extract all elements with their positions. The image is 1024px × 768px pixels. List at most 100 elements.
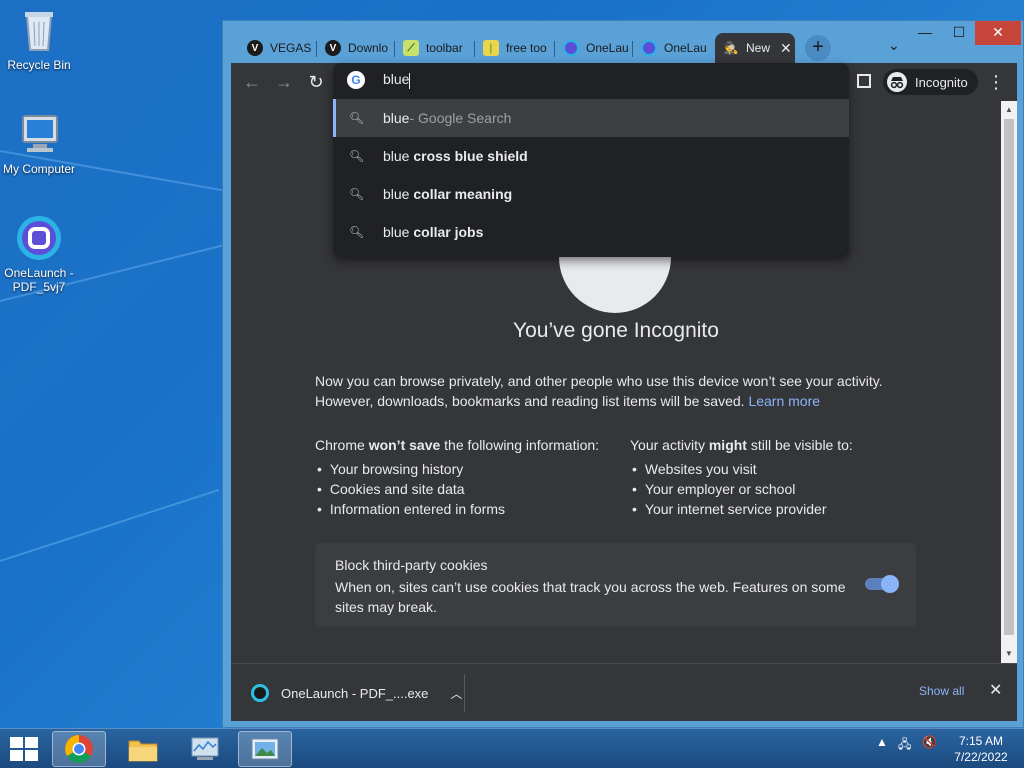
suggestion-completion: cross blue shield xyxy=(413,148,528,164)
close-window-button[interactable]: ✕ xyxy=(975,21,1021,45)
tab-strip: V VEGAS V Downlo ⟋ toolbar ❘ free too On… xyxy=(223,21,1023,63)
list-item: Information entered in forms xyxy=(315,499,599,519)
intro-line: However, downloads, bookmarks and readin… xyxy=(315,393,745,409)
column-heading: Chrome won’t save the following informat… xyxy=(315,437,600,453)
taskbar-chrome[interactable] xyxy=(52,731,106,767)
tab-label: free too xyxy=(506,41,547,55)
download-filename: OneLaunch - PDF_....exe xyxy=(281,685,429,701)
desktop-icon-label: Recycle Bin xyxy=(7,58,71,72)
browser-window: V VEGAS V Downlo ⟋ toolbar ❘ free too On… xyxy=(222,20,1024,728)
tab-label: OneLau xyxy=(664,41,707,55)
desktop-icon-onelaunch[interactable]: OneLaunch - PDF_5vj7 xyxy=(0,214,78,294)
scrollbar-thumb[interactable] xyxy=(1004,119,1014,635)
recycle-bin-icon xyxy=(15,6,63,54)
clock-date: 7/22/2022 xyxy=(954,750,1008,764)
new-tab-button[interactable]: + xyxy=(805,35,831,61)
show-all-button[interactable]: Show all xyxy=(919,684,964,698)
taskbar-image-viewer[interactable] xyxy=(238,731,292,767)
monitor-chart-icon xyxy=(191,737,219,760)
cookies-toggle[interactable] xyxy=(865,575,899,593)
onelaunch-icon xyxy=(563,40,579,56)
tab-free-tools[interactable]: ❘ free too xyxy=(475,33,555,63)
onelaunch-icon xyxy=(15,214,63,262)
google-g-icon: G xyxy=(347,71,365,89)
back-button[interactable]: ← xyxy=(241,71,263,93)
taskbar-task-manager[interactable] xyxy=(178,731,232,767)
tab-label: Downlo xyxy=(348,41,389,55)
tab-new-incognito[interactable]: 🕵 New ✕ xyxy=(715,33,795,63)
scroll-up-icon[interactable]: ▲ xyxy=(1005,105,1013,114)
cookies-description: When on, sites can’t use cookies that tr… xyxy=(335,579,846,615)
tab-label: New xyxy=(746,41,771,55)
tab-download[interactable]: V Downlo xyxy=(317,33,395,63)
chrome-icon xyxy=(65,735,93,763)
menu-icon[interactable]: ⋮ xyxy=(987,69,1005,95)
leaf-icon: ❘ xyxy=(483,40,499,56)
onelaunch-icon xyxy=(641,40,657,56)
network-icon[interactable]: 🖧 xyxy=(898,735,911,756)
search-icon: 🔍︎ xyxy=(349,225,365,239)
learn-more-link[interactable]: Learn more xyxy=(748,393,820,409)
text-caret xyxy=(409,72,411,89)
tab-toolbar[interactable]: ⟋ toolbar xyxy=(395,33,475,63)
tab-vegas[interactable]: V VEGAS xyxy=(239,33,317,63)
tab-onelaunch-2[interactable]: OneLau xyxy=(633,33,711,63)
wont-save-column: Chrome won’t save the following informat… xyxy=(315,435,599,519)
suggestion-item[interactable]: 🔍︎ blue cross blue shield xyxy=(333,137,849,175)
clock-time: 7:15 AM xyxy=(958,734,1004,748)
forward-button[interactable]: → xyxy=(273,71,295,93)
incognito-label: Incognito xyxy=(915,74,968,90)
suggestion-text: blue xyxy=(383,224,414,240)
taskbar: ▲ 🖧 🔇 7:15 AM 7/22/2022 xyxy=(0,728,1024,768)
wallpaper-streak xyxy=(0,488,220,562)
reload-button[interactable]: ↻ xyxy=(305,71,327,93)
omnibox-input[interactable]: G blue xyxy=(333,63,849,97)
search-icon: 🔍︎ xyxy=(349,187,365,201)
tab-search-chevron-icon[interactable]: ⌄ xyxy=(888,37,900,54)
suggestion-item[interactable]: 🔍︎ blue - Google Search xyxy=(333,99,849,137)
search-icon: 🔍︎ xyxy=(349,149,365,163)
incognito-icon: 🕵 xyxy=(723,41,739,55)
suggestion-text: blue xyxy=(383,148,414,164)
suggestion-text: blue xyxy=(383,110,410,126)
download-item[interactable]: OneLaunch - PDF_....exe ︿ xyxy=(237,674,465,712)
scroll-down-icon[interactable]: ▼ xyxy=(1005,649,1013,658)
suggestion-suffix: - Google Search xyxy=(409,110,512,126)
tab-onelaunch-1[interactable]: OneLau xyxy=(555,33,633,63)
vegas-icon: V xyxy=(325,40,341,56)
suggestion-item[interactable]: 🔍︎ blue collar jobs xyxy=(333,213,849,251)
omnibox-text: blue xyxy=(383,71,410,88)
search-icon: 🔍︎ xyxy=(349,111,365,125)
tab-close-icon[interactable]: ✕ xyxy=(780,40,792,57)
page-title: You’ve gone Incognito xyxy=(513,319,719,342)
maximize-button[interactable]: ☐ xyxy=(939,21,979,45)
list-item: Your browsing history xyxy=(315,459,599,479)
suggestion-completion: collar meaning xyxy=(413,186,513,202)
side-panel-icon[interactable] xyxy=(857,74,871,88)
close-download-bar-icon[interactable]: ✕ xyxy=(989,680,1002,700)
volume-muted-icon[interactable]: 🔇 xyxy=(922,735,937,749)
computer-icon xyxy=(15,110,63,158)
onelaunch-icon xyxy=(251,684,269,702)
desktop-icon-my-computer[interactable]: My Computer xyxy=(0,110,78,176)
list-item: Your internet service provider xyxy=(630,499,853,519)
start-button[interactable] xyxy=(10,737,38,761)
incognito-profile-chip[interactable]: Incognito xyxy=(883,69,978,95)
system-clock[interactable]: 7:15 AM 7/22/2022 xyxy=(948,733,1014,765)
chevron-up-icon[interactable]: ︿ xyxy=(450,685,462,702)
cookies-title: Block third-party cookies xyxy=(335,557,488,573)
browser-toolbar: ← → ↻ Incognito ⋮ G blue 🔍︎ blue - Googl… xyxy=(231,63,1017,257)
desktop-icon-recycle-bin[interactable]: Recycle Bin xyxy=(0,6,78,72)
page-scrollbar[interactable]: ▲ ▼ xyxy=(1001,101,1017,663)
incognito-icon xyxy=(887,72,907,92)
column-heading: Your activity might still be visible to: xyxy=(630,437,853,453)
vegas-icon: V xyxy=(247,40,263,56)
show-hidden-icons[interactable]: ▲ xyxy=(876,735,888,749)
toolbar-icon: ⟋ xyxy=(403,40,419,56)
list-item: Cookies and site data xyxy=(315,479,599,499)
taskbar-file-explorer[interactable] xyxy=(116,731,170,767)
list-item: Your employer or school xyxy=(630,479,853,499)
suggestion-item[interactable]: 🔍︎ blue collar meaning xyxy=(333,175,849,213)
intro-line: Now you can browse privately, and other … xyxy=(315,373,883,389)
tab-label: toolbar xyxy=(426,41,463,55)
